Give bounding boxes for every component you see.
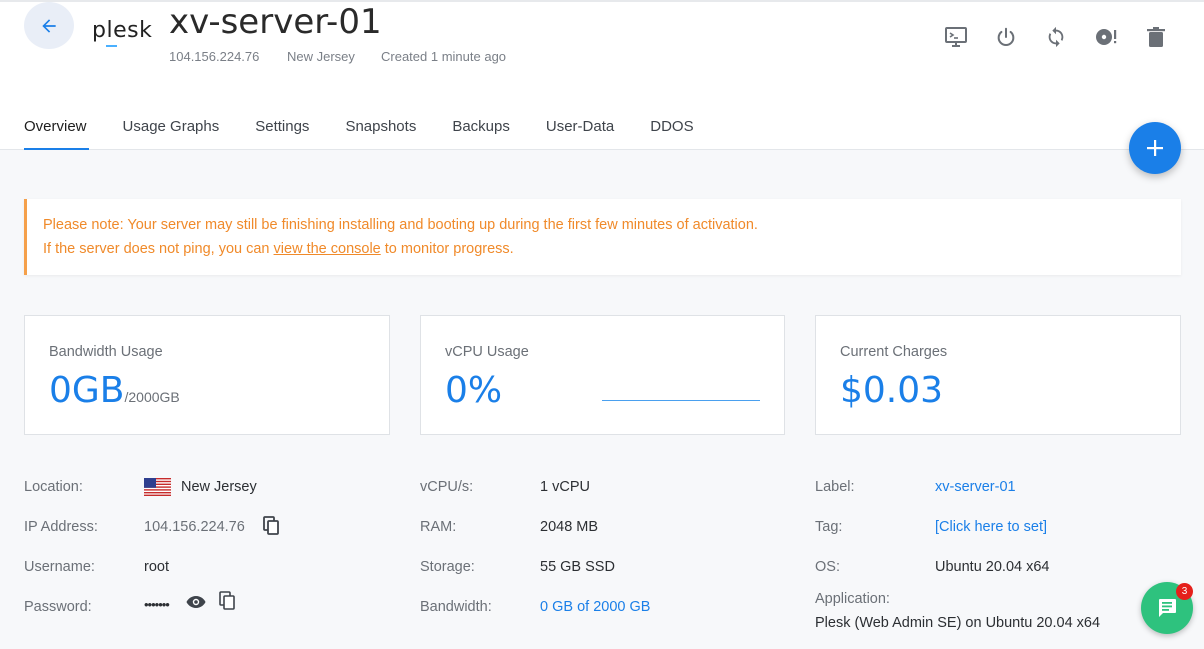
charges-card-value: $0.03 (840, 370, 944, 411)
bandwidth-card: Bandwidth Usage 0GB/2000GB (24, 315, 390, 435)
bandwidth-value-link[interactable]: 0 GB of 2000 GB (540, 599, 650, 615)
logo-accent (106, 45, 117, 47)
boot-notice: Please note: Your server may still be fi… (24, 199, 1181, 275)
ram-label: RAM: (420, 519, 457, 535)
location-value: New Jersey (181, 479, 257, 495)
notice-line-2: If the server does not ping, you can vie… (43, 237, 1181, 261)
plesk-logo: plesk (92, 18, 156, 48)
delete-button[interactable] (1143, 24, 1169, 50)
vcpu-card-value: 0% (445, 370, 503, 411)
server-title: xv-server-01 (169, 2, 382, 42)
ip-label: IP Address: (24, 519, 98, 535)
tab-snapshots[interactable]: Snapshots (345, 110, 416, 150)
reinstall-button[interactable] (1093, 24, 1119, 50)
copy-password-icon[interactable] (219, 591, 237, 611)
tab-usage-graphs[interactable]: Usage Graphs (123, 110, 220, 150)
view-console-link[interactable]: view the console (274, 241, 381, 257)
chat-icon (1159, 599, 1176, 617)
restart-icon (1048, 26, 1064, 48)
password-value: ••••••• (144, 597, 170, 612)
os-value: Ubuntu 20.04 x64 (935, 559, 1050, 575)
tab-backups[interactable]: Backups (452, 110, 510, 150)
label-value-link[interactable]: xv-server-01 (935, 479, 1016, 495)
tag-label: Tag: (815, 519, 843, 535)
ram-value: 2048 MB (540, 519, 599, 535)
power-button[interactable] (993, 24, 1019, 50)
charges-card: Current Charges $0.03 (815, 315, 1181, 435)
server-created: Created 1 minute ago (381, 49, 507, 64)
bandwidth-total: /2000GB (124, 389, 180, 405)
tab-ddos[interactable]: DDOS (650, 110, 693, 150)
trash-icon (1147, 27, 1165, 47)
vcpu-card: vCPU Usage 0% (420, 315, 785, 435)
copy-ip-icon[interactable] (263, 516, 281, 536)
vcpu-value: 1 vCPU (540, 479, 590, 495)
add-button[interactable] (1129, 122, 1181, 174)
username-value: root (144, 559, 169, 575)
ip-value: 104.156.224.76 (144, 519, 245, 535)
restart-button[interactable] (1043, 24, 1069, 50)
notice-line-1: Please note: Your server may still be fi… (43, 217, 758, 233)
password-label: Password: (24, 599, 92, 615)
console-icon (945, 27, 967, 47)
os-label: OS: (815, 559, 840, 575)
back-button[interactable] (24, 2, 74, 49)
notice-prefix: If the server does not ping, you can (43, 241, 274, 257)
application-label: Application: (815, 591, 890, 607)
reinstall-icon (1096, 29, 1117, 45)
tab-overview[interactable]: Overview (24, 110, 89, 150)
label-label: Label: (815, 479, 855, 495)
arrow-left-icon (42, 18, 56, 33)
tag-set-link[interactable]: [Click here to set] (935, 519, 1047, 535)
storage-value: 55 GB SSD (540, 559, 615, 575)
tab-settings[interactable]: Settings (255, 110, 309, 150)
server-location: New Jersey (287, 49, 355, 64)
bandwidth-card-title: Bandwidth Usage (49, 344, 163, 360)
bandwidth-card-value: 0GB/2000GB (49, 370, 180, 411)
plus-icon (1147, 140, 1163, 156)
storage-label: Storage: (420, 559, 475, 575)
location-label: Location: (24, 479, 83, 495)
logo-text: plesk (92, 18, 153, 43)
console-button[interactable] (943, 24, 969, 50)
power-icon (997, 27, 1015, 46)
vcpu-sparkline (602, 400, 760, 401)
vcpu-card-title: vCPU Usage (445, 344, 529, 360)
tab-bar: Overview Usage Graphs Settings Snapshots… (24, 110, 730, 150)
bandwidth-used: 0GB (49, 370, 125, 411)
eye-icon[interactable] (186, 595, 206, 609)
server-ip: 104.156.224.76 (169, 49, 260, 64)
us-flag-icon (144, 478, 171, 496)
application-value: Plesk (Web Admin SE) on Ubuntu 20.04 x64 (815, 615, 1101, 631)
charges-card-title: Current Charges (840, 344, 948, 360)
vcpu-label: vCPU/s: (420, 479, 474, 495)
username-label: Username: (24, 559, 95, 575)
tab-user-data[interactable]: User-Data (546, 110, 614, 150)
bandwidth-label: Bandwidth: (420, 599, 492, 615)
chat-badge: 3 (1176, 583, 1193, 600)
notice-suffix: to monitor progress. (380, 241, 514, 257)
